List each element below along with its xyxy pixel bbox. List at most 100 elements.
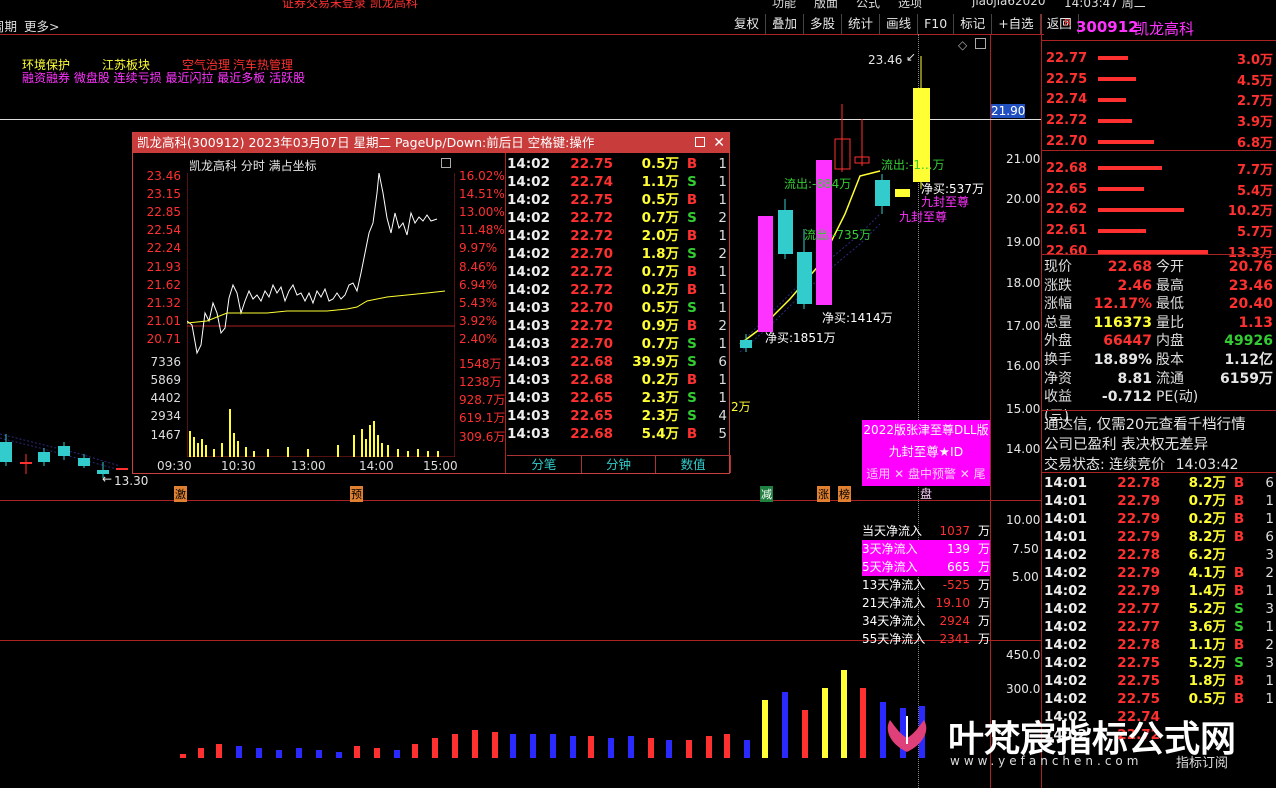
tick-row: 14:02 22.78 1.1万 B 2 [1044, 636, 1276, 654]
tick-row: 14:01 22.79 0.7万 B 1 [1044, 492, 1276, 510]
tick-side: S [687, 390, 697, 406]
toolbar-button[interactable]: 统计 [842, 14, 881, 34]
tick-volume: 2.3万 [641, 390, 679, 406]
flow-value: 139 [947, 542, 970, 556]
tick-row: 14:02 22.75 0.5万 B 1 [507, 191, 731, 209]
tick-time: 14:03 [507, 426, 550, 442]
promo-box[interactable]: 2022版张津至尊DLL版 九封至尊★ID 适用 ✕ 盘中预警 ✕ 尾盘 [862, 420, 990, 501]
menu-item[interactable]: 版面 [814, 0, 838, 11]
menu-item[interactable]: 功能 [772, 0, 796, 11]
tick-time: 14:02 [507, 264, 550, 280]
signal-marker: 涨 [817, 486, 830, 502]
toolbar-button[interactable]: 多股 [804, 14, 843, 34]
tick-price: 22.78 [1117, 475, 1160, 491]
popup-tab[interactable]: 数值 [656, 456, 732, 473]
orderbook-row: 22.72 3.9万 [1044, 110, 1276, 131]
tick-volume: 0.9万 [641, 318, 679, 334]
signal-marker: 减 [760, 486, 773, 502]
popup-time-tick: 15:00 [423, 459, 458, 473]
stat-label: 净资 [1044, 370, 1072, 387]
stat-label: 量比 [1156, 314, 1184, 331]
tick-row: 14:03 22.68 39.9万 S 6 [507, 353, 731, 371]
tick-price: 22.68 [570, 354, 613, 370]
tick-side: B [1233, 583, 1245, 599]
tick-volume: 5.2万 [1188, 655, 1226, 671]
toolbar-button[interactable]: 复权 [728, 14, 767, 34]
tick-side: B [1233, 493, 1245, 509]
tick-count: 4 [718, 408, 727, 424]
r-badge: R [1064, 18, 1071, 29]
flow-value: -525 [942, 578, 970, 592]
tick-time: 14:01 [1044, 493, 1087, 509]
popup-time-tick: 10:30 [221, 459, 256, 473]
popup-settings-icon[interactable] [441, 158, 451, 168]
tick-side: S [687, 210, 697, 226]
intraday-popup[interactable]: 凯龙高科(300912) 2023年03月07日 星期二 PageUp/Down… [132, 132, 732, 474]
toolbar-button[interactable]: 标记 [954, 14, 993, 34]
tick-row: 14:03 22.68 5.4万 B 5 [507, 425, 731, 443]
y-tick: 21.00 [1006, 152, 1041, 166]
stat-label: 股本 [1156, 351, 1184, 368]
tick-time: 14:03 [507, 372, 550, 388]
tick-row: 14:02 22.72 0.7万 B 1 [507, 263, 731, 281]
flow-row: 21天净流入 19.10 万 [862, 594, 990, 612]
tick-time: 14:02 [507, 192, 550, 208]
orderbook-bar [1098, 228, 1146, 233]
more-tab[interactable]: 更多> [24, 16, 59, 35]
tick-volume: 1.4万 [1188, 583, 1226, 599]
popup-y-tick: 7336 [150, 355, 181, 369]
stat-value: 6159万 [1220, 370, 1273, 387]
toolbar-button[interactable]: +自选 [992, 14, 1041, 34]
tick-side: S [687, 246, 697, 262]
popup-y-tick: 20.71 [146, 332, 181, 346]
tick-price: 22.72 [570, 282, 613, 298]
menu-item[interactable]: 公式 [856, 0, 880, 11]
tick-volume: 0.5万 [641, 156, 679, 172]
tick-price: 22.65 [570, 390, 613, 406]
orderbook-volume: 2.7万 [1236, 94, 1273, 110]
period-tab[interactable]: 周期 [0, 16, 17, 35]
tick-time: 14:02 [1044, 637, 1087, 653]
orderbook-volume: 4.5万 [1236, 73, 1273, 89]
orderbook-row: 22.74 2.7万 [1044, 90, 1276, 111]
popup-titlebar[interactable]: 凯龙高科(300912) 2023年03月07日 星期二 PageUp/Down… [133, 133, 729, 153]
tick-time: 14:02 [1044, 547, 1087, 563]
watermark: 叶梵宸指标公式网 www.yefanchen.com 指标订阅 [876, 706, 1276, 788]
stat-label: 换手 [1044, 351, 1072, 368]
tick-side: S [1234, 601, 1244, 617]
stock-code: 300912 [1076, 18, 1139, 36]
flow-value: 665 [947, 560, 970, 574]
chart-annotation: 流出:-735万 [804, 228, 872, 242]
orderbook-bar [1098, 77, 1136, 82]
orderbook-price: 22.74 [1046, 92, 1088, 108]
toolbar-button[interactable]: 叠加 [766, 14, 805, 34]
tick-count: 2 [718, 210, 727, 226]
popup-pct-tick: 309.6万 [459, 430, 506, 444]
popup-y-tick: 21.32 [146, 296, 181, 310]
trade-status-time: 14:03:42 [1175, 457, 1239, 473]
maximize-icon[interactable] [695, 137, 705, 147]
tick-count: 3 [1265, 655, 1274, 671]
orderbook-price: 22.68 [1046, 160, 1088, 176]
tick-time: 14:02 [507, 210, 550, 226]
toolbar-button[interactable]: 画线 [880, 14, 919, 34]
tick-side: S [687, 354, 697, 370]
chart-annotation: 净买:1851万 [765, 331, 836, 345]
notice-banner[interactable]: 通达信, 仅需20元查看千档行情 [1044, 413, 1246, 434]
popup-tab[interactable]: 分笔 [507, 456, 582, 473]
menu-item[interactable]: 选项 [898, 0, 922, 11]
toolbar-button[interactable]: F10 [918, 14, 955, 34]
orderbook-price: 22.65 [1046, 181, 1088, 197]
stat-label: 今开 [1156, 259, 1184, 275]
tick-volume: 0.2万 [641, 282, 679, 298]
tick-time: 14:03 [507, 408, 550, 424]
popup-tab[interactable]: 分钟 [582, 456, 657, 473]
y-tick: 17.00 [1006, 319, 1041, 333]
close-icon[interactable]: ✕ [713, 133, 725, 153]
tick-side: S [687, 408, 697, 424]
tick-time: 14:02 [1044, 583, 1087, 599]
tick-count: 1 [718, 174, 727, 190]
popup-y-tick: 4402 [150, 391, 181, 405]
orderbook-volume: 3.0万 [1236, 52, 1273, 68]
tick-volume: 1.1万 [641, 174, 679, 190]
